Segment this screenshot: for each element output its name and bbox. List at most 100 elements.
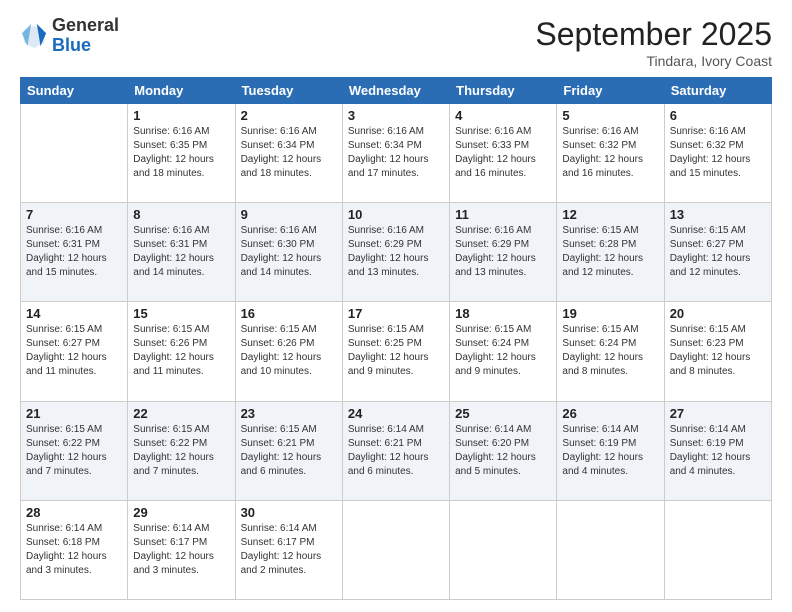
col-friday: Friday bbox=[557, 78, 664, 104]
table-row: 22 Sunrise: 6:15 AMSunset: 6:22 PMDaylig… bbox=[128, 401, 235, 500]
table-row: 4 Sunrise: 6:16 AMSunset: 6:33 PMDayligh… bbox=[450, 104, 557, 203]
table-row: 28 Sunrise: 6:14 AMSunset: 6:18 PMDaylig… bbox=[21, 500, 128, 599]
day-info: Sunrise: 6:16 AMSunset: 6:31 PMDaylight:… bbox=[133, 225, 214, 278]
day-info: Sunrise: 6:15 AMSunset: 6:25 PMDaylight:… bbox=[348, 324, 429, 377]
day-info: Sunrise: 6:16 AMSunset: 6:29 PMDaylight:… bbox=[455, 225, 536, 278]
day-number: 21 bbox=[26, 406, 122, 421]
day-number: 20 bbox=[670, 306, 766, 321]
day-info: Sunrise: 6:16 AMSunset: 6:31 PMDaylight:… bbox=[26, 225, 107, 278]
day-info: Sunrise: 6:15 AMSunset: 6:26 PMDaylight:… bbox=[241, 324, 322, 377]
day-info: Sunrise: 6:16 AMSunset: 6:35 PMDaylight:… bbox=[133, 126, 214, 179]
day-number: 13 bbox=[670, 207, 766, 222]
table-row: 26 Sunrise: 6:14 AMSunset: 6:19 PMDaylig… bbox=[557, 401, 664, 500]
table-row: 2 Sunrise: 6:16 AMSunset: 6:34 PMDayligh… bbox=[235, 104, 342, 203]
day-number: 17 bbox=[348, 306, 444, 321]
calendar-week-row: 7 Sunrise: 6:16 AMSunset: 6:31 PMDayligh… bbox=[21, 203, 772, 302]
calendar-week-row: 21 Sunrise: 6:15 AMSunset: 6:22 PMDaylig… bbox=[21, 401, 772, 500]
day-number: 9 bbox=[241, 207, 337, 222]
logo-text: General Blue bbox=[52, 16, 119, 56]
day-info: Sunrise: 6:14 AMSunset: 6:21 PMDaylight:… bbox=[348, 424, 429, 477]
table-row: 9 Sunrise: 6:16 AMSunset: 6:30 PMDayligh… bbox=[235, 203, 342, 302]
day-number: 6 bbox=[670, 108, 766, 123]
table-row: 17 Sunrise: 6:15 AMSunset: 6:25 PMDaylig… bbox=[342, 302, 449, 401]
table-row: 20 Sunrise: 6:15 AMSunset: 6:23 PMDaylig… bbox=[664, 302, 771, 401]
table-row: 19 Sunrise: 6:15 AMSunset: 6:24 PMDaylig… bbox=[557, 302, 664, 401]
table-row: 3 Sunrise: 6:16 AMSunset: 6:34 PMDayligh… bbox=[342, 104, 449, 203]
table-row: 1 Sunrise: 6:16 AMSunset: 6:35 PMDayligh… bbox=[128, 104, 235, 203]
day-info: Sunrise: 6:15 AMSunset: 6:22 PMDaylight:… bbox=[26, 424, 107, 477]
day-info: Sunrise: 6:15 AMSunset: 6:22 PMDaylight:… bbox=[133, 424, 214, 477]
calendar-week-row: 28 Sunrise: 6:14 AMSunset: 6:18 PMDaylig… bbox=[21, 500, 772, 599]
day-info: Sunrise: 6:16 AMSunset: 6:32 PMDaylight:… bbox=[562, 126, 643, 179]
logo-blue: Blue bbox=[52, 36, 119, 56]
day-number: 19 bbox=[562, 306, 658, 321]
table-row: 18 Sunrise: 6:15 AMSunset: 6:24 PMDaylig… bbox=[450, 302, 557, 401]
calendar-week-row: 1 Sunrise: 6:16 AMSunset: 6:35 PMDayligh… bbox=[21, 104, 772, 203]
table-row: 12 Sunrise: 6:15 AMSunset: 6:28 PMDaylig… bbox=[557, 203, 664, 302]
table-row: 27 Sunrise: 6:14 AMSunset: 6:19 PMDaylig… bbox=[664, 401, 771, 500]
day-number: 18 bbox=[455, 306, 551, 321]
day-number: 25 bbox=[455, 406, 551, 421]
logo-icon bbox=[20, 22, 48, 50]
day-number: 10 bbox=[348, 207, 444, 222]
day-number: 7 bbox=[26, 207, 122, 222]
day-info: Sunrise: 6:16 AMSunset: 6:34 PMDaylight:… bbox=[241, 126, 322, 179]
table-row bbox=[21, 104, 128, 203]
table-row: 5 Sunrise: 6:16 AMSunset: 6:32 PMDayligh… bbox=[557, 104, 664, 203]
table-row: 21 Sunrise: 6:15 AMSunset: 6:22 PMDaylig… bbox=[21, 401, 128, 500]
header: General Blue September 2025 Tindara, Ivo… bbox=[20, 16, 772, 69]
day-info: Sunrise: 6:14 AMSunset: 6:17 PMDaylight:… bbox=[133, 523, 214, 576]
day-number: 30 bbox=[241, 505, 337, 520]
day-info: Sunrise: 6:14 AMSunset: 6:18 PMDaylight:… bbox=[26, 523, 107, 576]
day-number: 2 bbox=[241, 108, 337, 123]
table-row: 14 Sunrise: 6:15 AMSunset: 6:27 PMDaylig… bbox=[21, 302, 128, 401]
table-row: 23 Sunrise: 6:15 AMSunset: 6:21 PMDaylig… bbox=[235, 401, 342, 500]
day-info: Sunrise: 6:14 AMSunset: 6:20 PMDaylight:… bbox=[455, 424, 536, 477]
day-number: 28 bbox=[26, 505, 122, 520]
day-number: 14 bbox=[26, 306, 122, 321]
day-info: Sunrise: 6:15 AMSunset: 6:28 PMDaylight:… bbox=[562, 225, 643, 278]
day-number: 22 bbox=[133, 406, 229, 421]
day-info: Sunrise: 6:16 AMSunset: 6:32 PMDaylight:… bbox=[670, 126, 751, 179]
day-info: Sunrise: 6:14 AMSunset: 6:19 PMDaylight:… bbox=[670, 424, 751, 477]
day-number: 24 bbox=[348, 406, 444, 421]
day-info: Sunrise: 6:14 AMSunset: 6:19 PMDaylight:… bbox=[562, 424, 643, 477]
table-row: 24 Sunrise: 6:14 AMSunset: 6:21 PMDaylig… bbox=[342, 401, 449, 500]
day-number: 5 bbox=[562, 108, 658, 123]
day-info: Sunrise: 6:15 AMSunset: 6:27 PMDaylight:… bbox=[670, 225, 751, 278]
day-info: Sunrise: 6:15 AMSunset: 6:23 PMDaylight:… bbox=[670, 324, 751, 377]
table-row bbox=[557, 500, 664, 599]
day-number: 29 bbox=[133, 505, 229, 520]
day-number: 3 bbox=[348, 108, 444, 123]
table-row: 6 Sunrise: 6:16 AMSunset: 6:32 PMDayligh… bbox=[664, 104, 771, 203]
table-row: 13 Sunrise: 6:15 AMSunset: 6:27 PMDaylig… bbox=[664, 203, 771, 302]
day-number: 8 bbox=[133, 207, 229, 222]
table-row: 25 Sunrise: 6:14 AMSunset: 6:20 PMDaylig… bbox=[450, 401, 557, 500]
col-sunday: Sunday bbox=[21, 78, 128, 104]
day-info: Sunrise: 6:16 AMSunset: 6:30 PMDaylight:… bbox=[241, 225, 322, 278]
day-number: 27 bbox=[670, 406, 766, 421]
day-info: Sunrise: 6:15 AMSunset: 6:21 PMDaylight:… bbox=[241, 424, 322, 477]
col-tuesday: Tuesday bbox=[235, 78, 342, 104]
day-info: Sunrise: 6:16 AMSunset: 6:29 PMDaylight:… bbox=[348, 225, 429, 278]
day-info: Sunrise: 6:15 AMSunset: 6:24 PMDaylight:… bbox=[455, 324, 536, 377]
col-saturday: Saturday bbox=[664, 78, 771, 104]
location: Tindara, Ivory Coast bbox=[535, 53, 772, 69]
day-info: Sunrise: 6:15 AMSunset: 6:24 PMDaylight:… bbox=[562, 324, 643, 377]
table-row bbox=[342, 500, 449, 599]
day-number: 15 bbox=[133, 306, 229, 321]
calendar-header-row: Sunday Monday Tuesday Wednesday Thursday… bbox=[21, 78, 772, 104]
table-row: 29 Sunrise: 6:14 AMSunset: 6:17 PMDaylig… bbox=[128, 500, 235, 599]
col-thursday: Thursday bbox=[450, 78, 557, 104]
month-title: September 2025 bbox=[535, 16, 772, 53]
day-number: 1 bbox=[133, 108, 229, 123]
day-info: Sunrise: 6:16 AMSunset: 6:34 PMDaylight:… bbox=[348, 126, 429, 179]
day-info: Sunrise: 6:15 AMSunset: 6:26 PMDaylight:… bbox=[133, 324, 214, 377]
page: General Blue September 2025 Tindara, Ivo… bbox=[0, 0, 792, 612]
day-info: Sunrise: 6:16 AMSunset: 6:33 PMDaylight:… bbox=[455, 126, 536, 179]
logo: General Blue bbox=[20, 16, 119, 56]
day-info: Sunrise: 6:15 AMSunset: 6:27 PMDaylight:… bbox=[26, 324, 107, 377]
day-number: 23 bbox=[241, 406, 337, 421]
calendar-table: Sunday Monday Tuesday Wednesday Thursday… bbox=[20, 77, 772, 600]
calendar-week-row: 14 Sunrise: 6:15 AMSunset: 6:27 PMDaylig… bbox=[21, 302, 772, 401]
